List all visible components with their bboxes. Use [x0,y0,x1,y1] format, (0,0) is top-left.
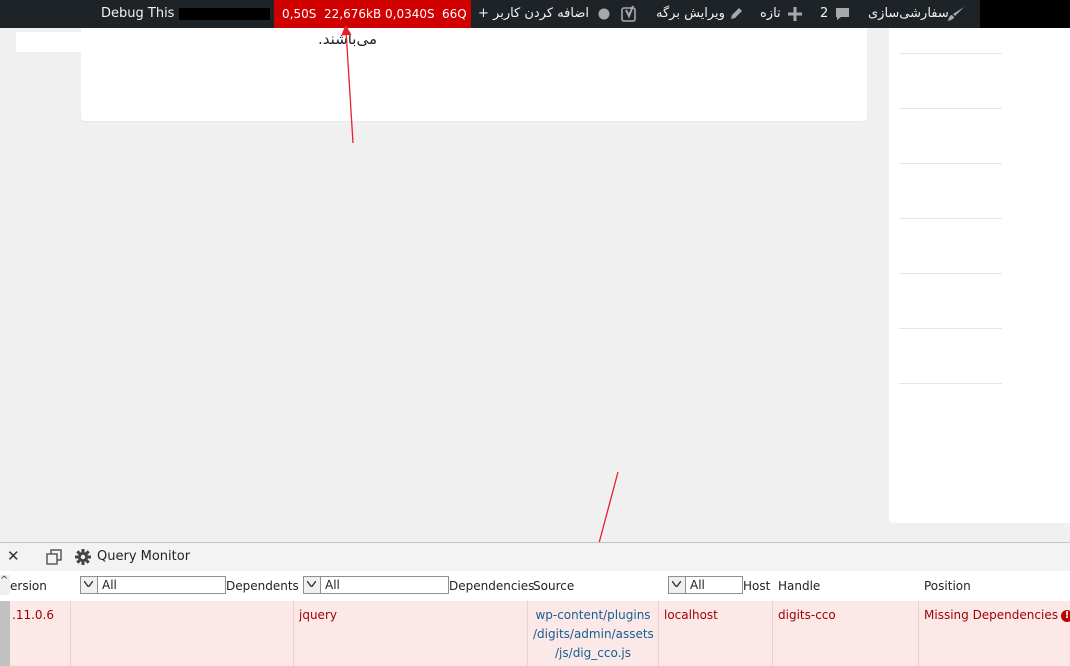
content-card [81,28,867,121]
cell-divider [70,601,71,666]
column-handle[interactable]: Handle [778,579,820,593]
cell-divider [918,601,919,666]
column-dependencies[interactable]: Dependencies [449,579,534,593]
qm-toolbar: ✕ Query Monitor [0,543,1070,571]
sidebar-divider [899,328,1002,329]
search-field-stub[interactable] [16,32,82,52]
chevron-down-icon [304,577,321,593]
sidebar-divider [899,108,1002,109]
scrollbar-thumb[interactable] [0,601,10,666]
comment-bubble-icon[interactable] [835,0,850,28]
admin-bar: Debug This 0,50S 22,676kB 0,0340S 66Q + … [0,0,980,28]
gear-icon[interactable] [75,549,91,565]
host-filter-select[interactable]: All [668,576,743,594]
sidebar-card [889,28,1070,523]
source-line: /digits/admin/assets [533,627,654,641]
sidebar-divider [899,383,1002,384]
comments-count[interactable]: 2 [820,0,828,28]
error-icon: ! [1060,610,1070,622]
yoast-icon[interactable] [621,0,639,28]
pencil-icon [729,0,744,28]
cell-divider [293,601,294,666]
chevron-down-icon [81,577,98,593]
qm-memory: 22,676kB [324,7,382,21]
edit-page-link[interactable]: ویرایش برگه [656,0,725,28]
qm-query-count: 66Q [442,7,467,21]
dependencies-filter-select[interactable]: All [303,576,449,594]
debug-this-link[interactable]: Debug This [101,0,174,28]
column-position[interactable]: Position [924,579,971,593]
add-user-link[interactable]: + اضافه کردن کاربر [478,0,589,28]
row-handle: digits-cco [778,608,836,622]
status-dot-icon[interactable] [598,0,610,28]
scroll-up-arrow[interactable]: ^ [0,575,10,595]
dependents-filter-value: All [102,578,117,592]
host-filter-value: All [690,578,705,592]
column-host[interactable]: Host [743,579,770,593]
source-line: /js/dig_cco.js [555,646,631,660]
popout-icon[interactable] [46,549,62,565]
paintbrush-icon [947,0,965,28]
customize-link[interactable]: سفارشی‌سازی [868,0,949,28]
column-version[interactable]: ersion [10,579,47,593]
dependencies-filter-value: All [325,578,340,592]
row-dependencies: jquery [299,608,337,622]
qm-title: Query Monitor [97,549,191,564]
source-line: wp-content/plugins [535,608,651,622]
cell-divider [527,601,528,666]
plus-icon [788,0,802,28]
close-icon[interactable]: ✕ [7,549,20,564]
cell-divider [658,601,659,666]
dependents-filter-select[interactable]: All [80,576,226,594]
query-monitor-summary[interactable]: 0,50S 22,676kB 0,0340S 66Q [274,0,471,28]
redacted-block [179,8,270,20]
query-monitor-panel: ✕ Query Monitor ersion All Dependents Al… [0,542,1070,666]
row-version: .11.0.6 [12,608,54,622]
top-right-block [980,0,1070,28]
row-source-link[interactable]: wp-content/plugins /digits/admin/assets … [533,606,654,663]
row-position-text: Missing Dependencies [924,608,1058,622]
table-row: .11.0.6 jquery wp-content/plugins /digit… [0,601,1070,666]
chevron-down-icon [669,577,686,593]
row-position: Missing Dependencies! [924,608,1070,622]
column-source[interactable]: Source [533,579,574,593]
qm-table-header: ersion All Dependents All Dependencies S… [0,572,1070,602]
sidebar-divider [899,53,1002,54]
column-dependents[interactable]: Dependents [226,579,299,593]
sidebar-divider [899,273,1002,274]
sidebar-divider [899,163,1002,164]
row-host: localhost [664,608,718,622]
new-content-link[interactable]: تازه [760,0,781,28]
sidebar-divider [899,218,1002,219]
qm-page-time: 0,50S [282,7,317,21]
content-text: می‌باشند. [318,30,378,48]
cell-divider [772,601,773,666]
qm-db-time: 0,0340S [385,7,435,21]
